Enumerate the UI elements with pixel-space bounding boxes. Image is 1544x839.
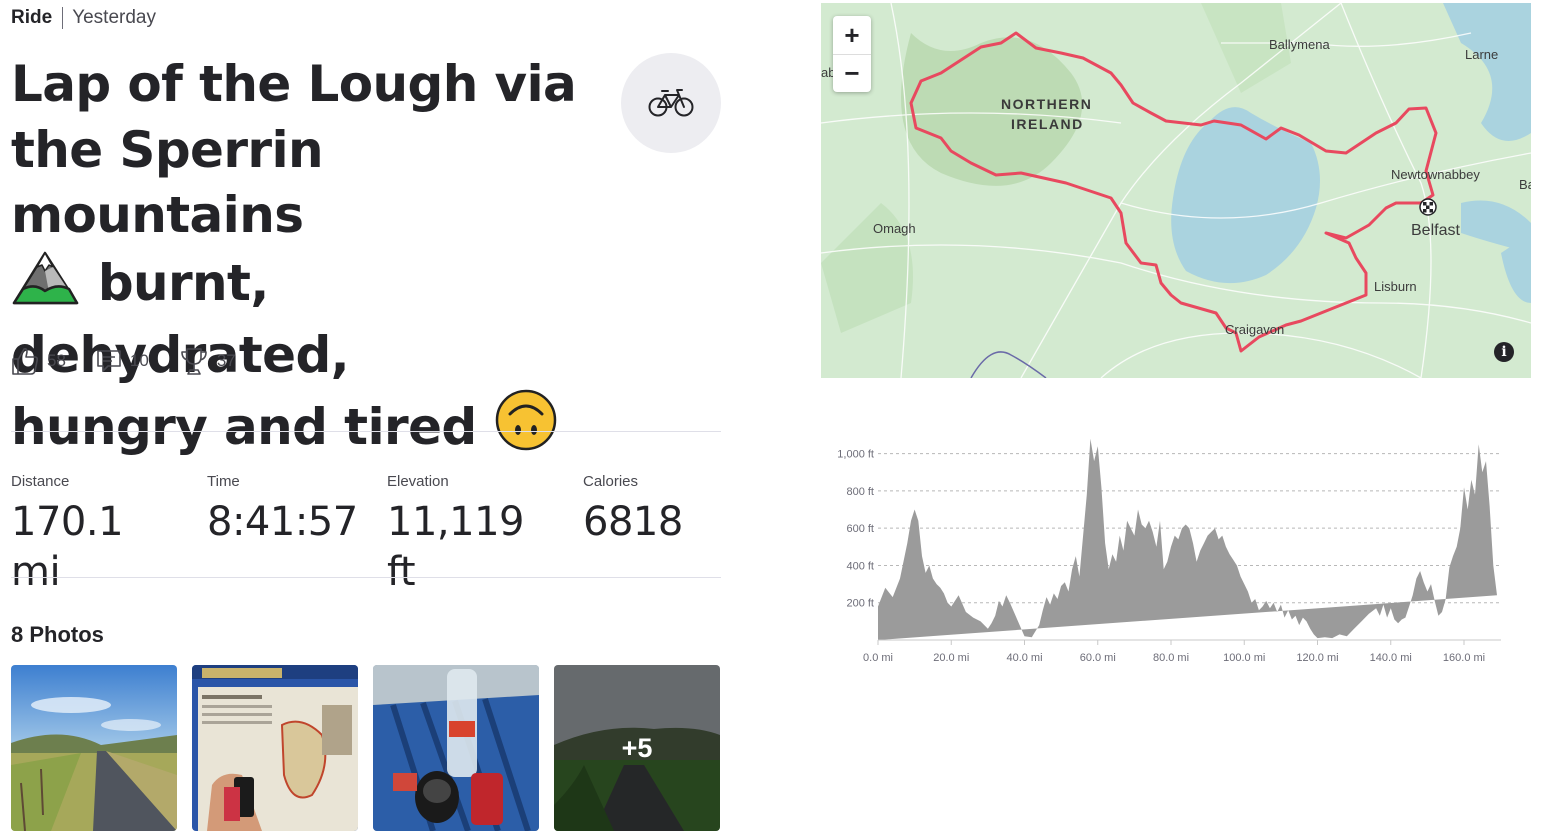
map-label-ballymena: Ballymena	[1269, 37, 1330, 52]
title-line: Lap of the Lough via	[11, 55, 577, 113]
breadcrumb: Ride Yesterday	[11, 6, 156, 30]
divider	[11, 431, 721, 432]
x-tick-label: 100.0 mi	[1223, 652, 1265, 664]
stat-calories: Calories 6818	[583, 472, 683, 547]
activity-date: Yesterday	[72, 7, 156, 28]
stat-value: 6818	[583, 499, 683, 545]
y-tick-label: 600 ft	[846, 523, 874, 535]
map-label-region1: NORTHERN	[1001, 96, 1092, 112]
x-tick-label: 140.0 mi	[1370, 652, 1412, 664]
breadcrumb-separator	[62, 7, 64, 29]
kudos-count: 58	[47, 351, 66, 370]
photo-bench-drinks	[373, 665, 539, 831]
photo-thumbnail-more[interactable]: +5	[554, 665, 720, 831]
map-label-larne: Larne	[1465, 47, 1498, 62]
photos-heading: 8 Photos	[11, 622, 104, 647]
y-tick-label: 200 ft	[846, 598, 874, 610]
mountain-emoji-icon	[11, 249, 81, 324]
x-tick-label: 20.0 mi	[933, 652, 969, 664]
activity-title: Lap of the Lough via the Sperrin mountai…	[11, 52, 611, 467]
map-label-craigavon: Craigavon	[1225, 322, 1284, 337]
stat-label: Elevation	[387, 473, 449, 490]
upside-down-face-emoji-icon	[493, 389, 559, 468]
x-tick-label: 60.0 mi	[1080, 652, 1116, 664]
y-tick-label: 400 ft	[846, 560, 874, 572]
route-map[interactable]: NORTHERN IRELAND Ballymena Larne Newtown…	[821, 3, 1531, 378]
comment-icon	[97, 350, 121, 372]
y-tick-label: 1,000 ft	[837, 449, 874, 461]
x-tick-label: 80.0 mi	[1153, 652, 1189, 664]
elevation-area	[878, 438, 1497, 640]
y-tick-label: 800 ft	[846, 486, 874, 498]
stat-value: 8:41:57	[207, 499, 358, 545]
stat-label: Calories	[583, 473, 639, 490]
social-bar: 58 10 37	[11, 346, 266, 376]
comments-count: 10	[129, 351, 149, 370]
zoom-control: + −	[833, 16, 871, 92]
stat-elevation: Elevation 11,119 ft	[387, 472, 524, 597]
sport-type-badge	[621, 53, 721, 153]
stat-value: 170.1 mi	[11, 499, 124, 595]
kudos-button[interactable]: 58	[11, 346, 66, 376]
stat-distance: Distance 170.1 mi	[11, 472, 124, 597]
divider	[11, 577, 721, 578]
finish-flag-icon	[1419, 198, 1437, 216]
zoom-out-button[interactable]: −	[833, 54, 871, 92]
photo-thumbnail[interactable]	[192, 665, 358, 831]
map-canvas: NORTHERN IRELAND Ballymena Larne Newtown…	[821, 3, 1531, 378]
elevation-chart[interactable]: 200 ft 400 ft 600 ft 800 ft 1,000 ft 0.0 mi 20…	[828, 430, 1508, 670]
stat-value: 11,119 ft	[387, 499, 524, 595]
map-info-icon[interactable]: i	[1494, 342, 1514, 362]
map-label-newtownabbey: Newtownabbey	[1391, 167, 1480, 182]
achievements-count: 37	[216, 351, 236, 370]
x-tick-label: 40.0 mi	[1006, 652, 1042, 664]
thumbs-up-icon	[12, 348, 39, 375]
map-label-edge-right: Ba	[1519, 177, 1531, 192]
photo-thumbnail[interactable]	[11, 665, 177, 831]
comments-button[interactable]: 10	[96, 348, 149, 374]
map-label-lisburn: Lisburn	[1374, 279, 1417, 294]
map-label-region2: IRELAND	[1011, 116, 1084, 132]
activity-type[interactable]: Ride	[11, 6, 52, 30]
title-line: the Sperrin mountains	[11, 120, 324, 245]
photo-road-moorland	[11, 665, 177, 831]
map-label-omagh: Omagh	[873, 221, 916, 236]
more-photos-overlay[interactable]: +5	[554, 665, 720, 831]
stat-label: Distance	[11, 473, 70, 490]
x-tick-label: 0.0 mi	[863, 652, 893, 664]
achievements-button[interactable]: 37	[179, 346, 236, 376]
x-tick-label: 160.0 mi	[1443, 652, 1485, 664]
map-label-belfast: Belfast	[1411, 222, 1460, 239]
x-tick-label: 120.0 mi	[1296, 652, 1338, 664]
stat-label: Time	[207, 473, 240, 490]
photo-plumbridge-sign	[192, 665, 358, 831]
trophy-icon	[181, 348, 207, 375]
bike-icon	[648, 89, 694, 117]
zoom-in-button[interactable]: +	[833, 16, 871, 54]
stat-time: Time 8:41:57	[207, 472, 358, 547]
title-line: hungry and tired	[11, 397, 477, 456]
photo-thumbnail[interactable]	[373, 665, 539, 831]
